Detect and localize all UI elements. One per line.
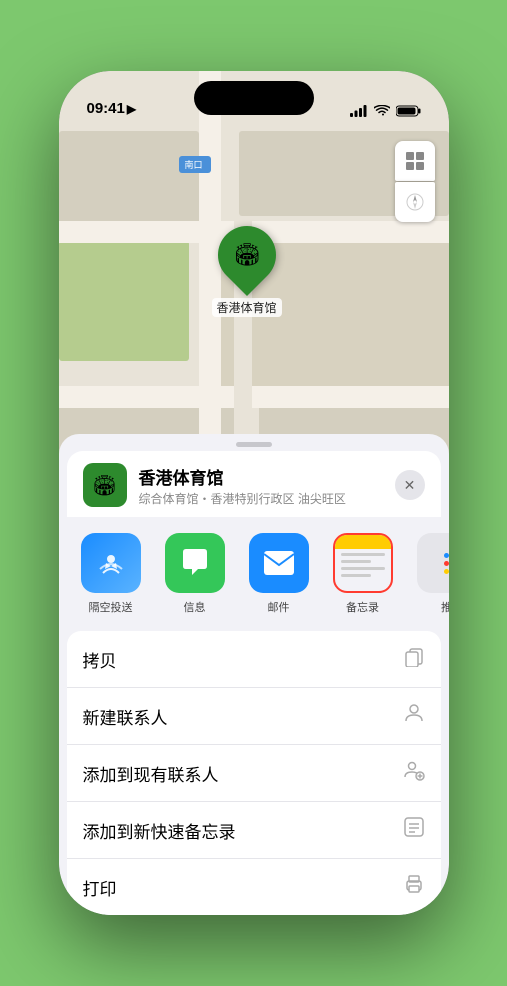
notes-icon [333,533,393,593]
airdrop-icon [81,533,141,593]
wifi-icon [374,105,390,117]
stadium-pin-icon: 🏟 [92,473,117,498]
mail-label: 邮件 [268,599,290,615]
action-new-contact[interactable]: 新建联系人 [67,688,441,745]
status-icons [350,105,421,117]
place-name: 香港体育馆 [139,464,383,489]
road-label: 南口 [179,156,211,173]
new-contact-label: 新建联系人 [83,704,168,729]
action-add-quick-note[interactable]: 添加到新快速备忘录 [67,802,441,859]
location-icon: ▶ [127,102,136,116]
copy-label: 拷贝 [83,647,117,672]
stadium-icon: 🏟 [233,242,261,268]
place-subtitle: 综合体育馆・香港特别行政区 油尖旺区 [139,490,383,507]
place-info: 香港体育馆 综合体育馆・香港特别行政区 油尖旺区 [139,464,383,507]
person-add-icon [403,759,425,787]
share-item-airdrop[interactable]: 隔空投送 [75,533,147,615]
messages-icon [165,533,225,593]
print-icon [403,873,425,901]
messages-label: 信息 [184,599,206,615]
share-row: 隔空投送 信息 [59,517,449,623]
sheet-handle [236,442,272,447]
share-item-mail[interactable]: 邮件 [243,533,315,615]
signal-icon [350,105,368,117]
time-display: 09:41 [87,100,125,117]
action-add-existing-contact[interactable]: 添加到现有联系人 [67,745,441,802]
mail-icon [249,533,309,593]
status-time: 09:41 ▶ [87,100,137,117]
dynamic-island [194,81,314,115]
map-layer-button[interactable] [395,141,435,181]
phone-screen: 09:41 ▶ [59,71,449,915]
share-item-messages[interactable]: 信息 [159,533,231,615]
note-icon [403,816,425,844]
pin-label: 香港体育馆 [211,298,281,317]
copy-icon [403,645,425,673]
share-item-more[interactable]: 推 [411,533,449,615]
close-button[interactable]: ✕ [395,470,425,500]
location-pin: 🏟 香港体育馆 [211,226,281,317]
more-icon [417,533,449,593]
quick-note-label: 添加到新快速备忘录 [83,818,236,843]
pin-circle: 🏟 [205,214,287,296]
notes-label: 备忘录 [346,599,379,615]
phone-shell: 09:41 ▶ [59,71,449,915]
more-dots [444,553,449,574]
add-existing-label: 添加到现有联系人 [83,761,219,786]
airdrop-label: 隔空投送 [89,599,133,615]
share-item-notes[interactable]: 备忘录 [327,533,399,615]
action-list: 拷贝 新建联系人 [67,631,441,915]
bottom-sheet: 🏟 香港体育馆 综合体育馆・香港特别行政区 油尖旺区 ✕ [59,434,449,915]
action-print[interactable]: 打印 [67,859,441,915]
more-label: 推 [441,599,449,615]
battery-icon [396,105,421,117]
place-header: 🏟 香港体育馆 综合体育馆・香港特别行政区 油尖旺区 ✕ [67,451,441,517]
place-icon: 🏟 [83,463,127,507]
map-controls[interactable] [395,141,435,222]
person-icon [403,702,425,730]
compass-button[interactable] [395,182,435,222]
print-label: 打印 [83,875,117,900]
action-copy[interactable]: 拷贝 [67,631,441,688]
